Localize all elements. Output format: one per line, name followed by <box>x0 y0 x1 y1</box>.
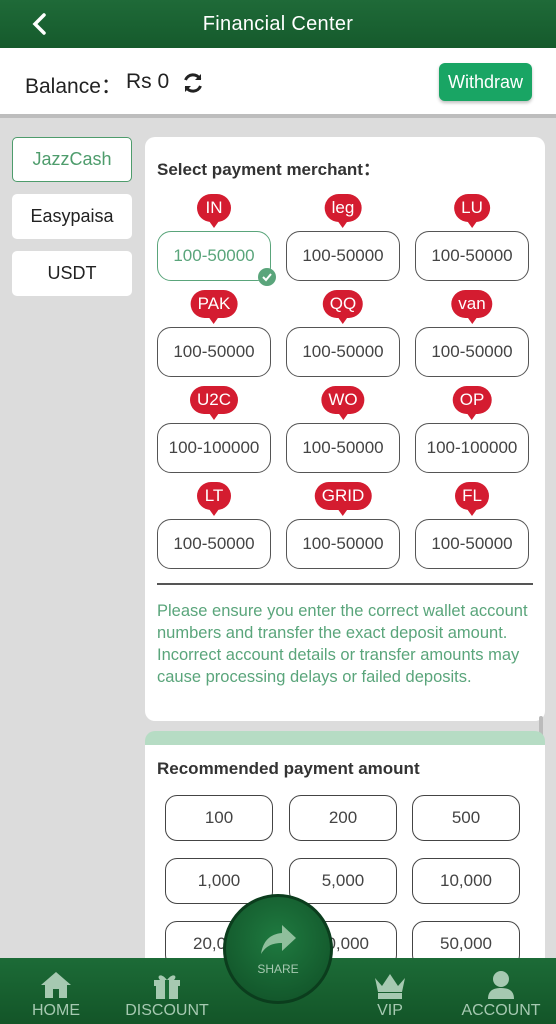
merchant-tag: FL <box>455 482 489 516</box>
method-tab-easypaisa[interactable]: Easypaisa <box>12 194 132 239</box>
merchant-tag: LT <box>197 482 231 516</box>
merchant-option[interactable]: 100-50000 <box>286 327 400 377</box>
merchant-range: 100-50000 <box>173 342 255 361</box>
merchant-range: 100-100000 <box>168 438 260 457</box>
nav-discount-label: DISCOUNT <box>125 1002 209 1019</box>
merchant-option[interactable]: 100-50000 <box>415 519 529 569</box>
merchant-tag: LU <box>454 194 490 228</box>
amount-card: Recommended payment amount 100 200 500 1… <box>145 731 545 971</box>
share-arrow-icon <box>261 925 296 954</box>
merchant-option[interactable]: 100-50000 <box>415 231 529 281</box>
amount-option[interactable]: 10,000 <box>412 858 520 904</box>
balance-value: Rs 0 <box>126 70 170 93</box>
share-button[interactable]: SHARE <box>223 894 333 1004</box>
method-tab-jazzcash[interactable]: JazzCash <box>12 137 132 182</box>
deposit-warning-note: Please ensure you enter the correct wall… <box>157 602 528 686</box>
withdraw-button[interactable]: Withdraw <box>439 63 532 101</box>
page-title: Financial Center <box>202 12 354 35</box>
merchant-option[interactable]: 100-50000 <box>157 231 276 286</box>
merchant-range: 100-50000 <box>302 342 384 361</box>
merchant-range: 100-50000 <box>302 246 384 265</box>
balance-label: Balance： <box>25 75 122 98</box>
merchant-option[interactable]: 100-50000 <box>157 519 271 569</box>
nav-vip-label: VIP <box>377 1002 403 1019</box>
amount-option[interactable]: 200 <box>289 795 397 841</box>
home-icon <box>41 972 71 998</box>
method-tab-usdt[interactable]: USDT <box>12 251 132 296</box>
nav-vip[interactable]: VIP <box>358 958 422 1024</box>
merchant-section-title: Select payment merchant： <box>157 160 380 179</box>
merchant-range: 100-100000 <box>426 438 518 457</box>
nav-account-label: ACCOUNT <box>461 1002 541 1019</box>
amount-option[interactable]: 5,000 <box>289 858 397 904</box>
share-label: SHARE <box>257 962 299 976</box>
merchant-card: Select payment merchant： IN 100-50000 le… <box>145 137 545 721</box>
nav-home-label: HOME <box>32 1002 80 1019</box>
merchant-option[interactable]: 100-50000 <box>286 423 400 473</box>
amount-option[interactable]: 500 <box>412 795 520 841</box>
merchant-range: 100-50000 <box>173 246 255 265</box>
merchant-tag: leg <box>324 194 362 228</box>
merchant-range: 100-50000 <box>431 342 513 361</box>
merchant-range: 100-50000 <box>431 246 513 265</box>
merchant-option[interactable]: 100-50000 <box>286 519 400 569</box>
merchant-option[interactable]: 100-50000 <box>157 327 271 377</box>
merchant-range: 100-50000 <box>302 534 384 553</box>
merchant-tag: IN <box>197 194 231 228</box>
nav-account[interactable]: ACCOUNT <box>458 958 544 1024</box>
user-icon <box>488 971 514 999</box>
merchant-range: 100-50000 <box>302 438 384 457</box>
back-button[interactable] <box>22 6 58 42</box>
refresh-icon[interactable] <box>180 70 206 96</box>
nav-discount[interactable]: DISCOUNT <box>122 958 212 1024</box>
divider <box>157 583 533 585</box>
chevron-left-icon <box>32 13 46 35</box>
merchant-option[interactable]: 100-50000 <box>286 231 400 281</box>
check-icon <box>258 268 276 286</box>
crown-icon <box>375 974 405 999</box>
merchant-tag: PAK <box>190 290 238 324</box>
app-header: Financial Center <box>0 0 556 48</box>
merchant-tag: QQ <box>322 290 364 324</box>
merchant-tag: WO <box>321 386 365 420</box>
merchant-range: 100-50000 <box>173 534 255 553</box>
merchant-range: 100-50000 <box>431 534 513 553</box>
merchant-tag: U2C <box>189 386 239 420</box>
nav-home[interactable]: HOME <box>20 958 92 1024</box>
merchant-tag: van <box>451 290 493 324</box>
merchant-tag: OP <box>452 386 492 420</box>
amount-option[interactable]: 100 <box>165 795 273 841</box>
merchant-option[interactable]: 100-50000 <box>415 327 529 377</box>
merchant-tag: GRID <box>314 482 372 516</box>
amount-section-title: Recommended payment amount <box>157 759 420 778</box>
merchant-option[interactable]: 100-100000 <box>415 423 529 473</box>
merchant-option[interactable]: 100-100000 <box>157 423 271 473</box>
balance-bar: Balance： Rs 0 Withdraw <box>0 48 556 118</box>
gift-icon <box>154 975 180 999</box>
